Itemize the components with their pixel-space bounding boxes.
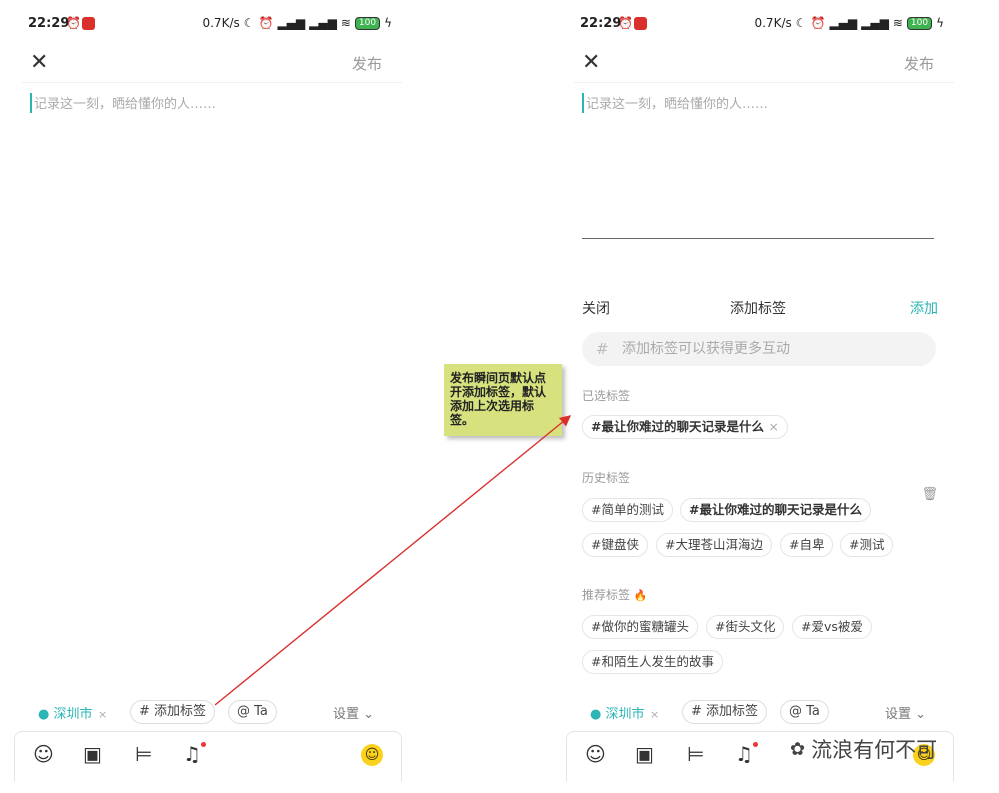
recommend-tags-label: 推荐标签 🔥 — [582, 586, 648, 603]
phone-screen-right: 22:29 ⏰ 0.7K/s ☾ ⏰ ▂▄▆ ▂▄▆ ≋ 100 ϟ ✕ 发布 … — [566, 0, 954, 793]
tag-bar: ● 深圳市 × # 添加标签 @ Ta 设置 ⌄ — [32, 700, 392, 724]
history-tag[interactable]: #键盘侠 — [582, 533, 648, 557]
editor-bottom-line — [582, 238, 934, 239]
status-time: 22:29 — [580, 16, 622, 31]
panel-title: 添加标签 — [730, 301, 786, 317]
network-speed: 0.7K/s — [754, 16, 792, 30]
publish-button[interactable]: 发布 — [352, 53, 382, 74]
selected-tags-label: 已选标签 — [582, 389, 631, 403]
history-tag[interactable]: #测试 — [840, 533, 894, 557]
add-tag-button[interactable]: # 添加标签 — [130, 700, 216, 724]
close-panel-button[interactable]: 关闭 — [582, 298, 610, 318]
charging-icon: ϟ — [936, 16, 944, 30]
alarm-icon: ⏰ — [258, 16, 274, 30]
signal-icon: ▂▄▆ — [861, 16, 889, 30]
network-speed: 0.7K/s — [202, 16, 240, 30]
hash-icon: # — [596, 340, 609, 358]
alarm-icon: ⏰ — [66, 16, 81, 30]
top-bar: ✕ 发布 — [574, 48, 954, 78]
history-tag[interactable]: #大理苍山洱海边 — [656, 533, 772, 557]
app-notification-icon — [634, 17, 647, 30]
signal-icon: ▂▄▆ — [277, 16, 306, 30]
wechat-icon: ✿ — [790, 738, 806, 760]
status-bar: 22:29 ⏰ 0.7K/s ☾ ⏰ ▂▄▆ ▂▄▆ ≋ 100 ϟ — [574, 14, 954, 36]
watermark-text: 流浪有何不可 — [811, 738, 938, 762]
remove-location-icon[interactable]: × — [647, 708, 659, 721]
settings-dropdown[interactable]: 设置 ⌄ — [333, 703, 374, 722]
settings-label: 设置 — [332, 707, 359, 722]
app-notification-icon — [82, 17, 95, 30]
remove-tag-icon[interactable]: × — [768, 419, 778, 434]
history-tags-label: 历史标签 — [582, 471, 631, 485]
recommend-label-text: 推荐标签 — [582, 588, 631, 602]
recommend-tag[interactable]: #街头文化 — [706, 615, 785, 639]
location-chip[interactable]: ● 深圳市 × — [38, 703, 107, 722]
recommend-tag[interactable]: #爱vs被爱 — [792, 615, 872, 639]
phone-screen-left: 22:29 ⏰ 0.7K/s ☾ ⏰ ▂▄▆ ▂▄▆ ≋ 100 ϟ ✕ 发布 … — [14, 0, 402, 793]
status-time: 22:29 — [28, 16, 70, 31]
divider — [22, 82, 402, 83]
bottom-toolbar: ☺ ▣ ⊨ ♫ ☺ — [14, 731, 402, 782]
add-tag-label: 添加标签 — [706, 704, 759, 719]
alarm-icon: ⏰ — [810, 16, 826, 30]
recommend-tag[interactable]: #做你的蜜糖罐头 — [582, 615, 698, 639]
face-icon[interactable]: ☺ — [585, 742, 606, 766]
settings-label: 设置 — [884, 707, 911, 722]
charging-icon: ϟ — [384, 16, 392, 30]
tag-bar: ● 深圳市 × # 添加标签 @ Ta 设置 ⌄ — [584, 700, 944, 724]
status-bar: 22:29 ⏰ 0.7K/s ☾ ⏰ ▂▄▆ ▂▄▆ ≋ 100 ϟ — [22, 14, 402, 36]
emoji-icon[interactable]: ☺ — [361, 744, 383, 766]
mention-label: Ta — [806, 704, 820, 719]
top-bar: ✕ 发布 — [22, 48, 402, 78]
wifi-icon: ≋ — [892, 16, 903, 30]
image-icon[interactable]: ▣ — [635, 742, 654, 766]
signal-icon: ▂▄▆ — [829, 16, 858, 30]
moon-icon: ☾ — [795, 16, 807, 30]
alarm-icon: ⏰ — [618, 16, 633, 30]
publish-button[interactable]: 发布 — [904, 53, 934, 74]
add-tag-label: 添加标签 — [154, 704, 207, 719]
location-label: 深圳市 — [605, 707, 645, 722]
settings-dropdown[interactable]: 设置 ⌄ — [885, 703, 926, 722]
vote-icon[interactable]: ⊨ — [687, 742, 704, 766]
new-badge-dot — [753, 742, 758, 747]
post-text-input[interactable]: 记录这一刻，晒给懂你的人…… — [582, 93, 944, 113]
music-icon[interactable]: ♫ — [735, 742, 753, 766]
tag-input-placeholder: 添加标签可以获得更多互动 — [622, 341, 790, 357]
battery-icon: 100 — [354, 16, 381, 30]
add-tag-button[interactable]: # 添加标签 — [682, 700, 768, 724]
remove-location-icon[interactable]: × — [95, 708, 107, 721]
vote-icon[interactable]: ⊨ — [135, 742, 152, 766]
trash-icon[interactable]: 🗑 — [921, 487, 938, 502]
wifi-icon: ≋ — [340, 16, 351, 30]
tag-panel-header: 关闭 添加标签 添加 — [582, 298, 938, 320]
close-icon[interactable]: ✕ — [30, 50, 48, 75]
selected-tag[interactable]: #最让你难过的聊天记录是什么 × — [582, 415, 788, 439]
fire-icon: 🔥 — [633, 589, 648, 602]
mention-label: Ta — [254, 704, 268, 719]
battery-icon: 100 — [906, 16, 933, 30]
signal-icon: ▂▄▆ — [309, 16, 337, 30]
close-icon[interactable]: ✕ — [582, 50, 600, 75]
mention-button[interactable]: @ Ta — [228, 700, 277, 724]
face-icon[interactable]: ☺ — [33, 742, 54, 766]
tag-search-input[interactable]: # 添加标签可以获得更多互动 — [582, 332, 936, 366]
history-tag[interactable]: #简单的测试 — [582, 498, 673, 522]
location-chip[interactable]: ● 深圳市 × — [590, 703, 659, 722]
divider — [574, 82, 954, 83]
post-text-input[interactable]: 记录这一刻，晒给懂你的人…… — [30, 93, 392, 113]
music-icon[interactable]: ♫ — [183, 742, 201, 766]
watermark: ✿ 流浪有何不可 — [790, 734, 937, 764]
mention-button[interactable]: @ Ta — [780, 700, 829, 724]
image-icon[interactable]: ▣ — [83, 742, 102, 766]
selected-tag-label: #最让你难过的聊天记录是什么 — [591, 419, 764, 434]
location-label: 深圳市 — [53, 707, 93, 722]
new-badge-dot — [201, 742, 206, 747]
moon-icon: ☾ — [243, 16, 255, 30]
history-tag[interactable]: #自卑 — [780, 533, 834, 557]
recommend-tag[interactable]: #和陌生人发生的故事 — [582, 650, 723, 674]
annotation-note: 发布瞬间页默认点开添加标签，默认添加上次选用标签。 — [444, 364, 562, 436]
history-tag[interactable]: #最让你难过的聊天记录是什么 — [680, 498, 871, 522]
add-button[interactable]: 添加 — [910, 298, 938, 318]
